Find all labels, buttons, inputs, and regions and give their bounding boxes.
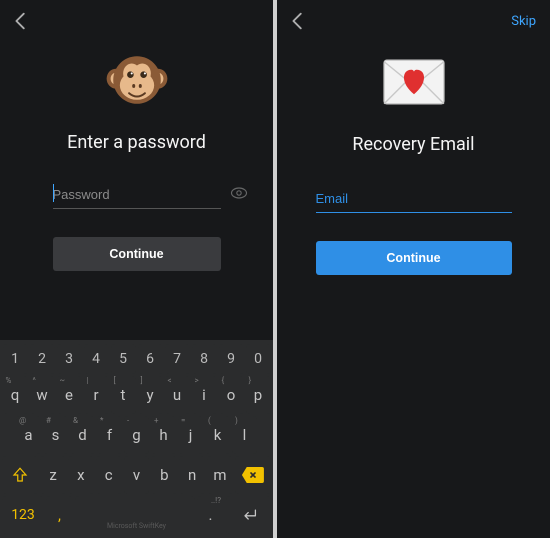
key-9[interactable]: 9 [219,344,244,374]
email-input[interactable] [316,189,512,208]
key-enter[interactable] [226,496,271,534]
key-comma[interactable]: , [46,496,73,534]
key-j[interactable]: =j [178,416,203,454]
recovery-email-screen: Skip Recovery Email Continue [277,0,550,538]
key-7[interactable]: 7 [165,344,190,374]
key-d[interactable]: &d [70,416,95,454]
keyboard-brand: Microsoft SwiftKey [107,522,166,530]
topbar: Skip [277,0,550,42]
soft-keyboard: 1234567890 %q^w~e|r[t]y<u>i{o}p @a#s&d*f… [0,340,273,538]
key-q[interactable]: %q [3,376,28,414]
key-v[interactable]: v [124,456,150,494]
text-cursor [53,184,54,202]
key-6[interactable]: 6 [138,344,163,374]
topbar [0,0,273,42]
password-input[interactable] [53,185,221,204]
continue-button[interactable]: Continue [53,237,221,271]
key-a[interactable]: @a [16,416,41,454]
key-c[interactable]: c [96,456,122,494]
email-field-row[interactable] [316,185,512,213]
page-title: Recovery Email [352,134,474,155]
key-g[interactable]: -g [124,416,149,454]
key-x[interactable]: x [68,456,94,494]
key-b[interactable]: b [151,456,177,494]
key-3[interactable]: 3 [57,344,82,374]
key-2[interactable]: 2 [30,344,55,374]
key-m[interactable]: m [207,456,233,494]
key-0[interactable]: 0 [246,344,271,374]
key-8[interactable]: 8 [192,344,217,374]
key-z[interactable]: z [40,456,66,494]
key-k[interactable]: (k [205,416,230,454]
key-5[interactable]: 5 [111,344,136,374]
key-o[interactable]: {o [219,376,244,414]
key-i[interactable]: >i [192,376,217,414]
key-e[interactable]: ~e [57,376,82,414]
key-r[interactable]: |r [84,376,109,414]
key-1[interactable]: 1 [3,344,28,374]
key-p[interactable]: }p [246,376,271,414]
content: Enter a password Continue [0,42,273,271]
password-screen: Enter a password Continue 1234567890 %q^… [0,0,273,538]
key-backspace[interactable] [235,456,271,494]
continue-button[interactable]: Continue [316,241,512,275]
key-numtoggle[interactable]: 123 [2,496,44,534]
key-n[interactable]: n [179,456,205,494]
key-period[interactable]: ..!?. [197,496,224,534]
key-shift[interactable] [2,456,38,494]
key-t[interactable]: [t [111,376,136,414]
key-l[interactable]: )l [232,416,257,454]
key-f[interactable]: *f [97,416,122,454]
key-u[interactable]: <u [165,376,190,414]
back-icon[interactable] [10,10,32,32]
password-field-row[interactable] [53,181,221,209]
page-title: Enter a password [67,132,206,153]
skip-link[interactable]: Skip [511,14,540,29]
back-icon[interactable] [287,10,309,32]
key-4[interactable]: 4 [84,344,109,374]
show-password-icon[interactable] [229,183,249,207]
monkey-icon [103,46,171,114]
key-h[interactable]: +h [151,416,176,454]
key-y[interactable]: ]y [138,376,163,414]
key-s[interactable]: #s [43,416,68,454]
envelope-heart-icon [380,48,448,116]
key-w[interactable]: ^w [30,376,55,414]
content: Recovery Email Continue [277,42,550,275]
